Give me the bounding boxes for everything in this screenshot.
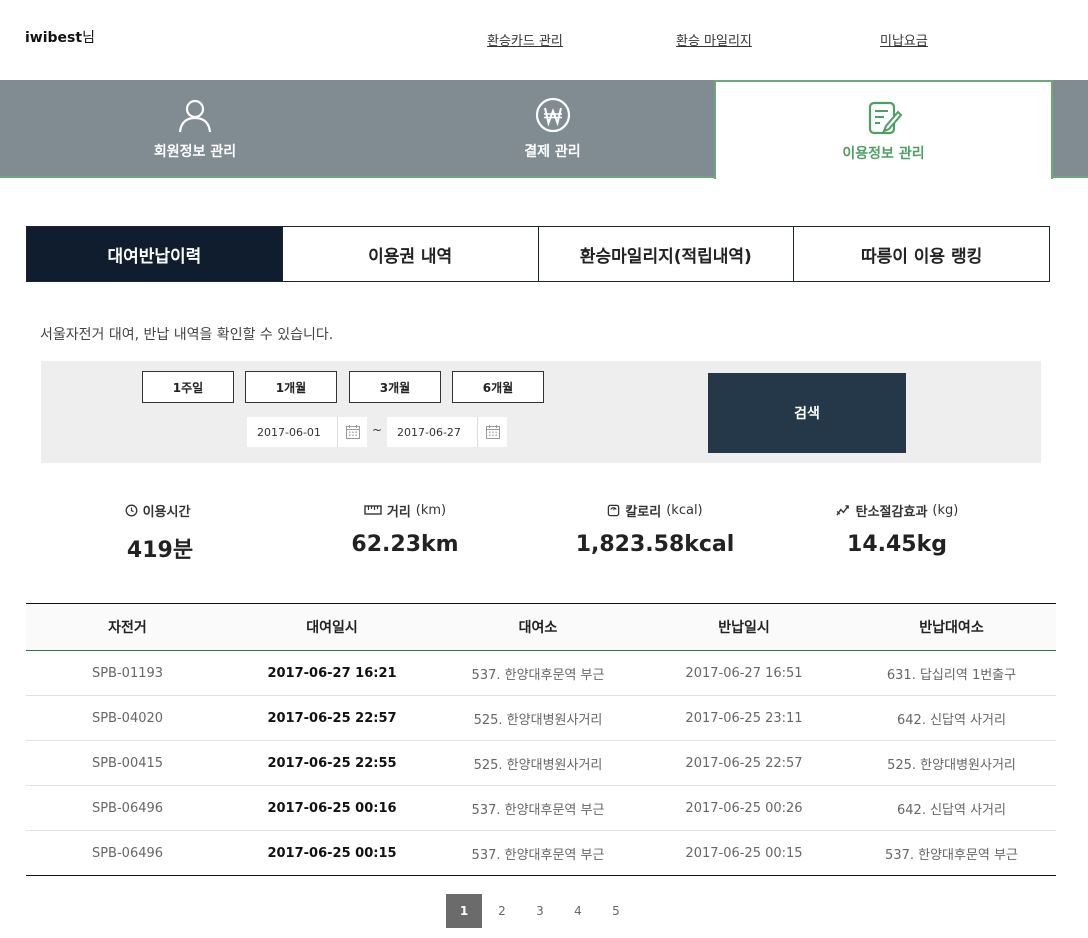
start-calendar-icon[interactable] — [337, 417, 367, 447]
username-greeting: iwibest님 — [25, 27, 95, 47]
tab-mileage-history[interactable]: 환승마일리지(적립내역) — [537, 227, 794, 281]
sub-tabs: 대여반납이력 이용권 내역 환승마일리지(적립내역) 따릉이 이용 랭킹 — [26, 226, 1050, 282]
edit-note-icon — [868, 101, 902, 135]
username: iwibest — [25, 30, 83, 46]
stat-usage-time-label: 이용시간 — [142, 504, 191, 520]
clock-icon — [125, 504, 138, 516]
start-date-input[interactable] — [247, 417, 339, 447]
table-row: SPB-00415 2017-06-25 22:55 525. 한양대병원사거리… — [26, 740, 1056, 786]
period-3month-button[interactable]: 3개월 — [349, 371, 441, 403]
stat-usage-time: 이용시간 419분 — [40, 500, 280, 564]
stat-distance-unit: (km) — [415, 502, 447, 518]
table-header-row: 자전거 대여일시 대여소 반납일시 반납대여소 — [26, 603, 1056, 651]
table-row: SPB-06496 2017-06-25 00:16 537. 한양대후문역 부… — [26, 785, 1056, 831]
pagination: 1 2 3 4 5 — [446, 894, 636, 928]
cell-rental-station: 525. 한양대병원사거리 — [435, 740, 641, 786]
header-rental-station: 대여소 — [435, 603, 641, 651]
rental-history-table: 자전거 대여일시 대여소 반납일시 반납대여소 SPB-01193 2017-0… — [26, 603, 1056, 876]
page-description: 서울자전거 대여, 반납 내역을 확인할 수 있습니다. — [40, 327, 334, 343]
tab-pass-history[interactable]: 이용권 내역 — [281, 227, 538, 281]
date-separator: ~ — [372, 423, 383, 437]
tab-member-info[interactable]: 회원정보 관리 — [0, 80, 390, 178]
cell-rental-time: 2017-06-25 00:16 — [229, 785, 435, 831]
cell-bike: SPB-06496 — [26, 785, 229, 831]
page-2-button[interactable]: 2 — [484, 894, 520, 928]
tab-usage-ranking[interactable]: 따릉이 이용 랭킹 — [793, 227, 1049, 281]
cell-return-time: 2017-06-25 23:11 — [641, 695, 847, 741]
cell-return-time: 2017-06-25 00:26 — [641, 785, 847, 831]
stat-distance-label: 거리 — [386, 504, 411, 520]
username-suffix: 님 — [82, 30, 95, 46]
cell-rental-station: 537. 한양대후문역 부근 — [435, 830, 641, 876]
stat-carbon-label: 탄소절감효과 — [855, 504, 928, 520]
search-panel: 1주일 1개월 3개월 6개월 ~ 검색 — [41, 361, 1041, 463]
stat-carbon-unit: (kg) — [932, 502, 959, 518]
cell-bike: SPB-01193 — [26, 650, 229, 696]
tab-usage-info[interactable]: 이용정보 관리 — [714, 80, 1053, 179]
cell-return-station: 537. 한양대후문역 부근 — [847, 830, 1056, 876]
search-button[interactable]: 검색 — [708, 373, 906, 453]
cell-rental-station: 525. 한양대병원사거리 — [435, 695, 641, 741]
cell-bike: SPB-00415 — [26, 740, 229, 786]
transfer-card-link[interactable]: 환승카드 관리 — [487, 30, 563, 49]
table-row: SPB-04020 2017-06-25 22:57 525. 한양대병원사거리… — [26, 695, 1056, 741]
tab-payment-label: 결제 관리 — [524, 144, 581, 160]
stat-calories-unit: (kcal) — [666, 502, 703, 518]
period-6month-button[interactable]: 6개월 — [452, 371, 544, 403]
stat-calories-label: 칼로리 — [625, 504, 662, 520]
tab-rental-history[interactable]: 대여반납이력 — [27, 227, 282, 281]
page-4-button[interactable]: 4 — [560, 894, 596, 928]
stat-distance-value: 62.23km — [351, 532, 459, 557]
stat-distance: 거리 (km) 62.23km — [285, 500, 525, 558]
scale-icon — [608, 504, 620, 516]
header-bike: 자전거 — [26, 603, 229, 651]
unpaid-fee-link[interactable]: 미납요금 — [880, 30, 928, 49]
cell-rental-time: 2017-06-25 00:15 — [229, 830, 435, 876]
header-rental-time: 대여일시 — [229, 603, 435, 651]
cell-return-station: 631. 답십리역 1번출구 — [847, 650, 1056, 696]
cell-rental-station: 537. 한양대후문역 부근 — [435, 650, 641, 696]
trend-icon — [836, 504, 849, 516]
cell-rental-station: 537. 한양대후문역 부근 — [435, 785, 641, 831]
won-icon — [535, 97, 570, 133]
cell-return-time: 2017-06-25 22:57 — [641, 740, 847, 786]
cell-bike: SPB-04020 — [26, 695, 229, 741]
table-row: SPB-06496 2017-06-25 00:15 537. 한양대후문역 부… — [26, 830, 1056, 876]
cell-return-time: 2017-06-27 16:51 — [641, 650, 847, 696]
user-icon — [178, 99, 212, 133]
cell-return-station: 525. 한양대병원사거리 — [847, 740, 1056, 786]
cell-rental-time: 2017-06-27 16:21 — [229, 650, 435, 696]
cell-return-station: 642. 신답역 사거리 — [847, 695, 1056, 741]
ruler-icon — [364, 505, 382, 515]
header-return-time: 반납일시 — [641, 603, 847, 651]
stat-usage-time-value: 419분 — [126, 538, 194, 563]
end-date-input[interactable] — [387, 417, 479, 447]
end-calendar-icon[interactable] — [477, 417, 507, 447]
main-nav: 회원정보 관리 결제 관리 이용정보 관리 — [0, 80, 1088, 179]
page-3-button[interactable]: 3 — [522, 894, 558, 928]
page-1-button[interactable]: 1 — [446, 894, 482, 928]
transfer-mileage-link[interactable]: 환승 마일리지 — [676, 30, 752, 49]
cell-rental-time: 2017-06-25 22:57 — [229, 695, 435, 741]
top-bar: iwibest님 환승카드 관리 환승 마일리지 미납요금 — [0, 0, 1088, 80]
table-row: SPB-01193 2017-06-27 16:21 537. 한양대후문역 부… — [26, 650, 1056, 696]
stat-calories-value: 1,823.58kcal — [575, 532, 735, 557]
cell-bike: SPB-06496 — [26, 830, 229, 876]
tab-member-info-label: 회원정보 관리 — [153, 144, 237, 160]
tab-payment[interactable]: 결제 관리 — [390, 80, 715, 178]
stat-carbon-reduction: 탄소절감효과 (kg) 14.45kg — [777, 500, 1017, 557]
header-return-station: 반납대여소 — [847, 603, 1056, 651]
cell-return-time: 2017-06-25 00:15 — [641, 830, 847, 876]
page-5-button[interactable]: 5 — [598, 894, 634, 928]
stat-carbon-value: 14.45kg — [847, 532, 947, 557]
tab-usage-info-label: 이용정보 관리 — [842, 146, 925, 162]
stat-calories: 칼로리 (kcal) 1,823.58kcal — [535, 500, 775, 558]
cell-rental-time: 2017-06-25 22:55 — [229, 740, 435, 786]
cell-return-station: 642. 신답역 사거리 — [847, 785, 1056, 831]
period-1month-button[interactable]: 1개월 — [245, 371, 337, 403]
period-1week-button[interactable]: 1주일 — [142, 371, 234, 403]
